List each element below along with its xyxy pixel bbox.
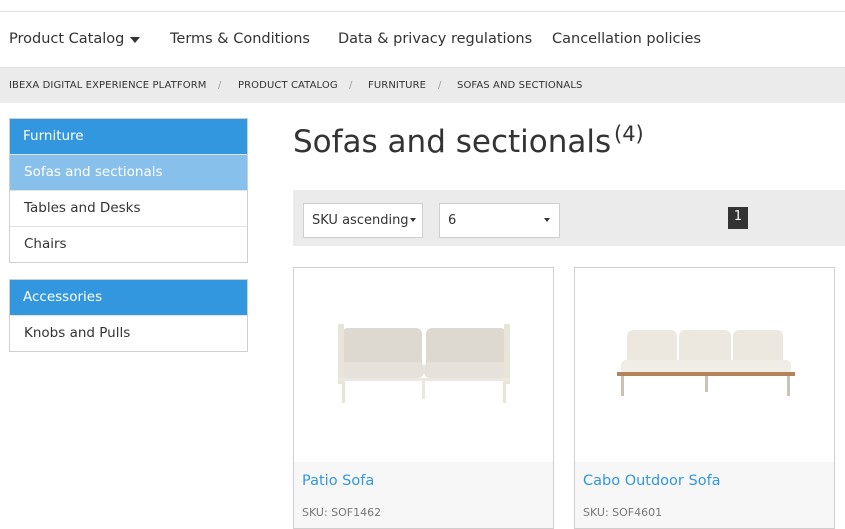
product-card[interactable]: Patio Sofa SKU: SOF1462 <box>293 267 554 529</box>
breadcrumb-product-catalog[interactable]: PRODUCT CATALOG <box>238 80 338 91</box>
cabo-sofa-illustration <box>617 330 795 396</box>
per-page-select[interactable]: 6 <box>439 203 560 238</box>
breadcrumb-furniture[interactable]: FURNITURE <box>368 80 426 91</box>
chevron-down-icon[interactable] <box>130 37 140 43</box>
listing-toolbar: SKU ascending 6 1 <box>293 190 845 246</box>
page-title: Sofas and sectionals <box>293 124 612 160</box>
product-sku: SKU: SOF1462 <box>302 506 382 519</box>
breadcrumb-current: SOFAS AND SECTIONALS <box>457 80 583 91</box>
nav-cancellation-policies[interactable]: Cancellation policies <box>552 31 701 47</box>
product-count: (4) <box>614 122 644 146</box>
breadcrumb-separator: / <box>218 80 222 91</box>
breadcrumb-home[interactable]: IBEXA DIGITAL EXPERIENCE PLATFORM <box>9 80 206 91</box>
chevron-down-icon <box>544 218 550 222</box>
product-info: Cabo Outdoor Sofa SKU: SOF4601 <box>575 462 834 528</box>
product-info: Patio Sofa SKU: SOF1462 <box>294 462 553 528</box>
main-nav: Product Catalog Terms & Conditions Data … <box>0 12 845 68</box>
sidebar-heading-furniture[interactable]: Furniture <box>10 119 247 154</box>
sort-select-value: SKU ascending <box>312 213 409 228</box>
sidebar-heading-accessories[interactable]: Accessories <box>10 280 247 315</box>
product-card[interactable]: Cabo Outdoor Sofa SKU: SOF4601 <box>574 267 835 529</box>
sidebar-group-furniture: Furniture Sofas and sectionals Tables an… <box>9 118 248 263</box>
sidebar-group-accessories: Accessories Knobs and Pulls <box>9 279 248 352</box>
sidebar-item-knobs[interactable]: Knobs and Pulls <box>10 315 247 351</box>
breadcrumb-separator: / <box>438 80 442 91</box>
sidebar-item-chairs[interactable]: Chairs <box>10 226 247 262</box>
top-strip <box>0 0 845 12</box>
pagination-page[interactable]: 1 <box>728 207 748 229</box>
breadcrumb: IBEXA DIGITAL EXPERIENCE PLATFORM / PROD… <box>0 68 845 103</box>
product-sku: SKU: SOF4601 <box>583 506 663 519</box>
breadcrumb-separator: / <box>349 80 353 91</box>
nav-terms-conditions[interactable]: Terms & Conditions <box>170 31 310 47</box>
chevron-down-icon <box>410 218 416 222</box>
nav-product-catalog[interactable]: Product Catalog <box>9 31 124 47</box>
sort-select[interactable]: SKU ascending <box>303 203 423 238</box>
per-page-value: 6 <box>448 213 457 228</box>
product-image[interactable] <box>294 268 553 462</box>
product-image[interactable] <box>575 268 834 462</box>
sidebar-item-tables[interactable]: Tables and Desks <box>10 190 247 226</box>
product-name[interactable]: Cabo Outdoor Sofa <box>583 473 721 489</box>
sidebar-item-sofas[interactable]: Sofas and sectionals <box>10 154 247 190</box>
nav-data-privacy[interactable]: Data & privacy regulations <box>338 31 532 47</box>
product-name[interactable]: Patio Sofa <box>302 473 374 489</box>
patio-sofa-illustration <box>338 324 510 403</box>
